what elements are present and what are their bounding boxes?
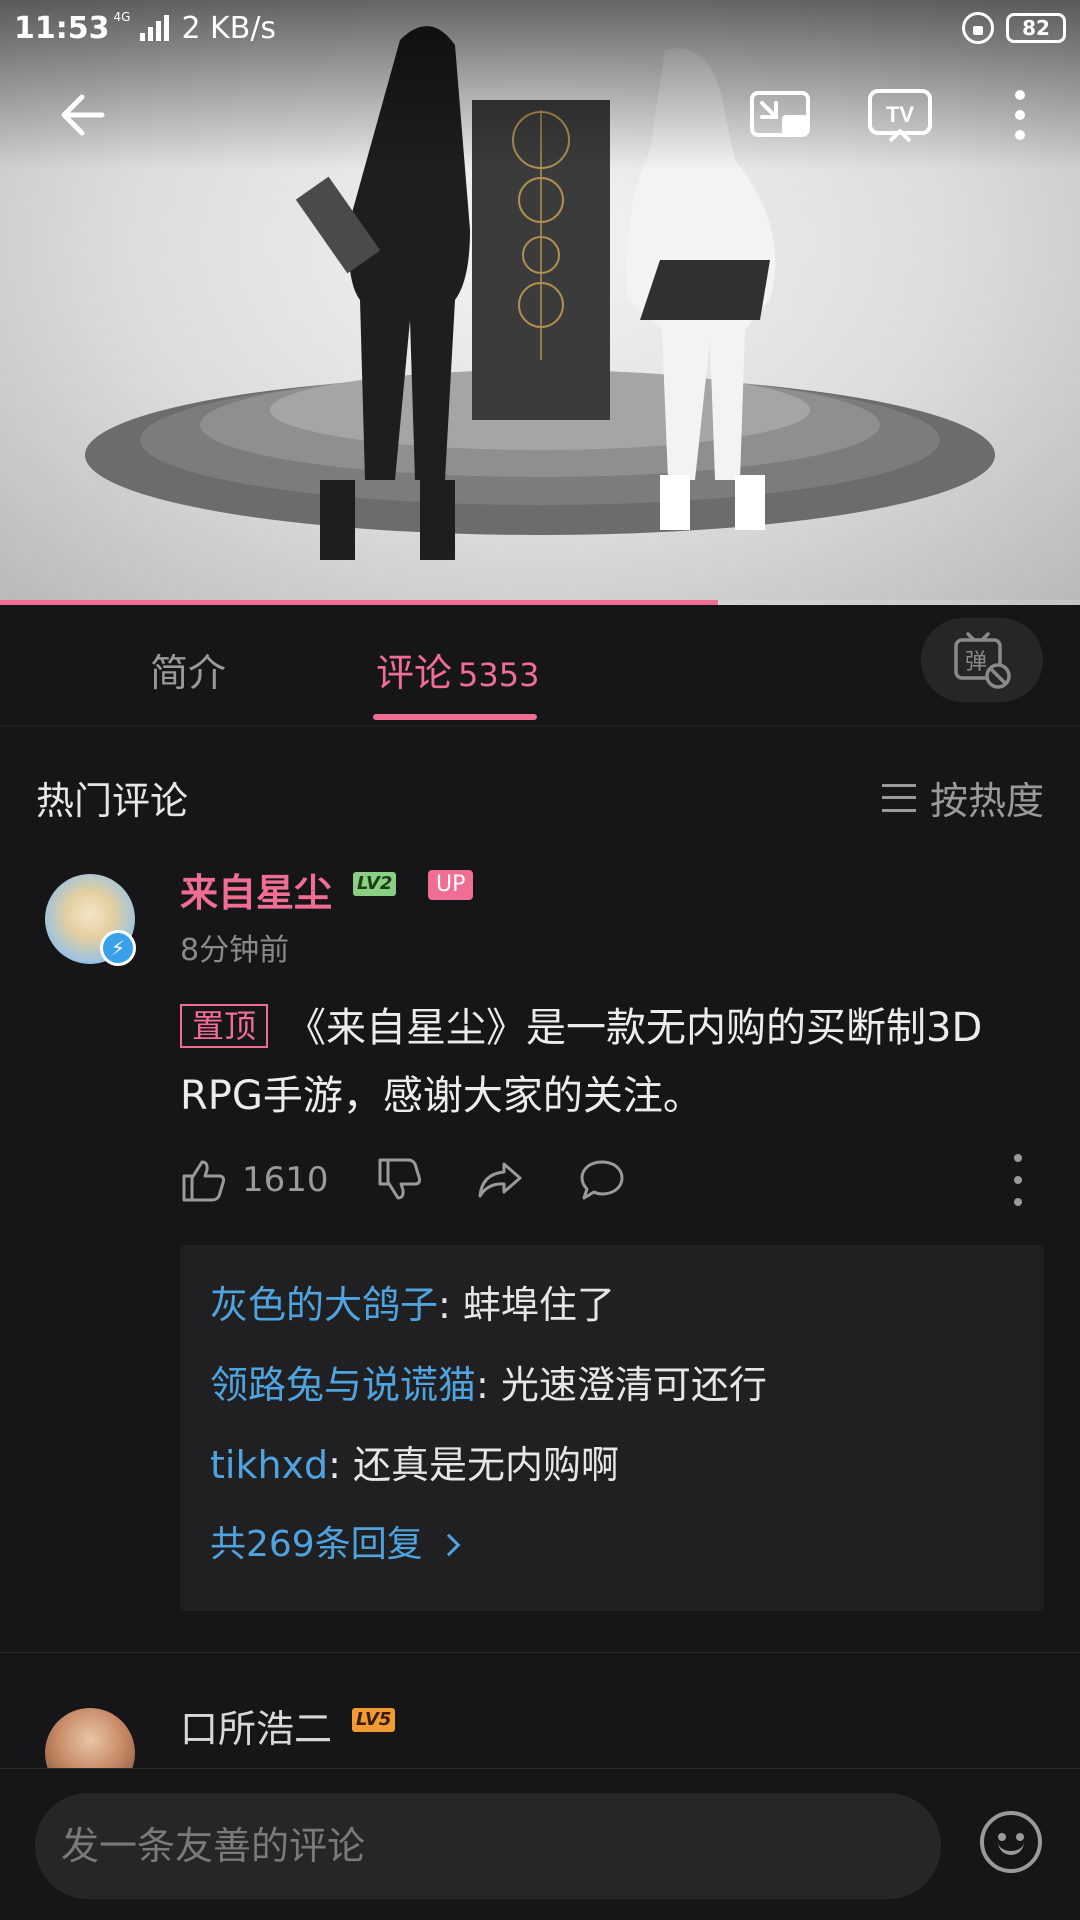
small-window-icon	[750, 91, 810, 137]
rotation-lock-icon	[962, 12, 994, 44]
comment-input-bar	[0, 1768, 1080, 1920]
network-type: 4G	[113, 10, 131, 24]
status-time: 11:53	[14, 10, 110, 46]
share-button[interactable]	[476, 1150, 524, 1210]
verified-lightning-icon: ⚡	[100, 930, 136, 966]
comment-divider	[0, 1652, 1080, 1653]
battery-indicator: 82	[1006, 13, 1066, 43]
reply-text: : 蚌埠住了	[438, 1283, 615, 1327]
comment-input[interactable]	[35, 1793, 941, 1899]
status-bar: 11:53 4G 2 KB/s 82	[0, 0, 1080, 56]
thumbs-up-icon	[182, 1160, 226, 1202]
reply-username[interactable]: tikhxd	[210, 1443, 328, 1487]
comment-content: 《来自星尘》是一款无内购的买断制3D RPG手游，感谢大家的关注。	[180, 1005, 983, 1119]
reply-text: : 还真是无内购啊	[328, 1443, 620, 1487]
reply-preview-box[interactable]: 灰色的大鸽子: 蚌埠住了 领路兔与说谎猫: 光速澄清可还行 tikhxd: 还真…	[180, 1245, 1044, 1611]
emoji-face-icon-mouth	[998, 1839, 1024, 1855]
sort-by-hot-button[interactable]: 按热度	[881, 770, 1044, 825]
reply-username[interactable]: 灰色的大鸽子	[210, 1283, 438, 1327]
comment-time: 8分钟前	[180, 933, 290, 968]
tab-intro[interactable]: 简介	[150, 642, 226, 697]
level-badge: LV2	[353, 872, 397, 896]
pinned-tag: 置顶	[180, 1004, 269, 1048]
danmaku-off-icon: 弹	[954, 632, 1011, 689]
player-controls: TV	[0, 80, 1080, 150]
tab-comments-label: 评论	[376, 651, 453, 695]
reply-item: 领路兔与说谎猫: 光速澄清可还行	[210, 1345, 1014, 1425]
signal-icon	[140, 15, 170, 41]
back-arrow-icon	[61, 94, 105, 136]
comment-actions: 1610	[180, 1150, 1030, 1210]
tab-bar: 简介 评论 5353 弹	[0, 606, 1080, 726]
tab-comments[interactable]: 评论 5353	[376, 642, 539, 697]
network-speed: 2 KB/s	[181, 10, 277, 46]
level-badge: LV5	[352, 1708, 396, 1732]
danmaku-toggle-button[interactable]: 弹	[921, 618, 1043, 702]
chevron-right-icon	[437, 1533, 461, 1557]
video-progress-fill	[0, 600, 719, 605]
more-replies-label: 共269条回复	[210, 1524, 423, 1565]
up-badge: UP	[428, 870, 474, 900]
sort-label: 按热度	[929, 779, 1044, 823]
emoji-button[interactable]	[980, 1811, 1042, 1873]
comment-bubble-icon	[580, 1160, 624, 1200]
reply-text: : 光速澄清可还行	[476, 1363, 767, 1407]
danmaku-glyph: 弹	[965, 650, 987, 675]
video-progress-bar[interactable]	[0, 600, 1080, 605]
comment-more-button[interactable]	[1006, 1154, 1030, 1206]
active-tab-indicator	[373, 714, 537, 720]
dislike-button[interactable]	[376, 1150, 424, 1210]
like-count: 1610	[242, 1160, 329, 1200]
comment-username[interactable]: 来自星尘	[180, 862, 332, 917]
back-button[interactable]	[44, 80, 124, 150]
reply-item: 灰色的大鸽子: 蚌埠住了	[210, 1265, 1014, 1345]
svg-text:TV: TV	[886, 102, 914, 127]
reply-button[interactable]	[578, 1150, 626, 1210]
like-button[interactable]: 1610	[180, 1150, 329, 1210]
reply-item: tikhxd: 还真是无内购啊	[210, 1425, 1014, 1505]
share-arrow-icon	[478, 1162, 522, 1198]
tv-cast-icon: TV	[868, 89, 932, 143]
sort-list-icon	[881, 783, 916, 812]
reply-username[interactable]: 领路兔与说谎猫	[210, 1363, 476, 1407]
more-menu-button[interactable]	[980, 80, 1060, 150]
thumbs-down-icon	[378, 1158, 422, 1200]
comments-header: 热门评论 按热度	[36, 770, 1044, 823]
hot-comments-title: 热门评论	[36, 779, 189, 823]
video-player[interactable]: 11:53 4G 2 KB/s 82 TV	[0, 0, 1080, 605]
more-vertical-icon	[1015, 90, 1025, 140]
tv-cast-button[interactable]: TV	[860, 80, 940, 150]
comment-text: 置顶 《来自星尘》是一款无内购的买断制3D RPG手游，感谢大家的关注。	[180, 994, 1010, 1130]
comment-username[interactable]: 口所浩二	[180, 1698, 332, 1753]
view-all-replies-link[interactable]: 共269条回复	[210, 1505, 1014, 1585]
comment-count: 5353	[458, 656, 540, 694]
small-window-button[interactable]	[740, 80, 820, 150]
